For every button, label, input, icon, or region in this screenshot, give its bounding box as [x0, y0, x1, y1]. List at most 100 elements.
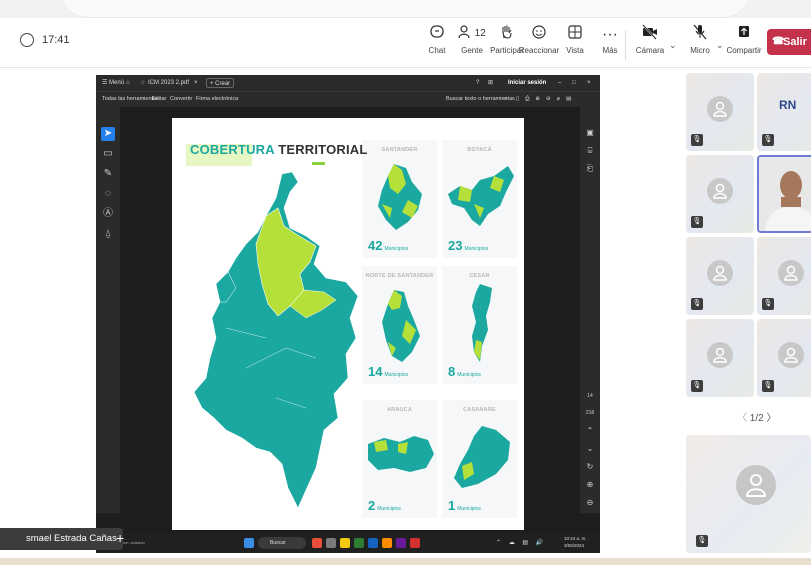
panel-santander: SANTANDER 42 Municipios	[362, 140, 437, 258]
home-icon[interactable]: ⌂	[126, 75, 130, 91]
windows-start-icon[interactable]	[244, 538, 254, 548]
shared-screen: ☰ Menú ⌂ ☆ ICM 2023 2.pdf × + Crear ? ⊞ …	[96, 75, 600, 553]
next-page-chevron-icon[interactable]: 〉	[766, 413, 776, 424]
top-strip	[0, 0, 811, 18]
participant-tile[interactable]: 🎙	[686, 73, 754, 151]
system-tray-icons[interactable]: ⌃ ☁ ▤ 🔊	[496, 539, 546, 546]
panel-arauca: ARAUCA 2 Municipios	[362, 400, 437, 518]
participant-tile[interactable]: RN 🎙	[757, 73, 811, 151]
text-box-icon[interactable]: Ⓐ	[101, 207, 115, 221]
app-icon[interactable]	[354, 538, 364, 548]
leave-button[interactable]: ☎ Salir	[767, 29, 811, 55]
mic-muted-icon: 🎙	[762, 298, 774, 310]
star-icon[interactable]: ☆	[140, 75, 145, 91]
prev-page-chevron-icon[interactable]: 〈	[737, 413, 747, 424]
panel-norte-de-santander: NORTE DE SANTANDER 14 Municipios	[362, 266, 437, 384]
apps-icon[interactable]: ⊞	[488, 75, 493, 91]
app-icon[interactable]	[410, 538, 420, 548]
zoom-in-icon[interactable]: ⊕	[584, 479, 596, 491]
acrobat-menu-bar: Todas las herramientas Editar Convertir …	[96, 91, 600, 107]
avatar-icon	[707, 178, 733, 204]
search-icon[interactable]: ⌕	[504, 92, 507, 107]
norte-de-santander-count: 14 Municipios	[368, 364, 409, 379]
mic-muted-icon: 🎙	[762, 380, 774, 392]
app-icon[interactable]	[312, 538, 322, 548]
attachments-icon[interactable]: ⎗	[584, 163, 596, 175]
meeting-timer: 17:41	[42, 34, 70, 46]
boyaca-count: 23 Municipios	[448, 238, 489, 253]
zoom-out-icon[interactable]: ⊖	[584, 497, 596, 509]
lasso-icon[interactable]: ◌	[101, 187, 115, 201]
share-button[interactable]: Compartir	[722, 24, 766, 66]
new-tab-button[interactable]: + Crear	[206, 78, 235, 88]
bookmark-icon[interactable]: ⌸	[584, 145, 596, 157]
scroll-down-icon[interactable]: ⌄	[584, 443, 596, 455]
app-icon[interactable]	[368, 538, 378, 548]
menu-all-tools[interactable]: Todas las herramientas	[102, 92, 159, 107]
panel-casanare: CASANARE 1 Municipios	[442, 400, 517, 518]
slide-title: COBERTURA TERRITORIAL	[186, 142, 368, 166]
sign-in-button[interactable]: Iniciar sesión	[508, 75, 546, 91]
avatar-icon	[778, 260, 804, 286]
norte-de-santander-map	[382, 290, 420, 362]
boyaca-map	[448, 166, 514, 226]
participant-tile[interactable]: 🎙	[686, 155, 754, 233]
help-icon[interactable]: ?	[476, 75, 479, 91]
app-icon[interactable]	[396, 538, 406, 548]
document-tab[interactable]: ICM 2023 2.pdf	[148, 75, 189, 91]
add-reaction-icon[interactable]: +	[116, 530, 124, 546]
acrobat-right-panel: ▣ ⌸ ⎗ 14 218 ⌃ ⌄ ↻ ⊕ ⊖	[580, 107, 600, 513]
panel-boyaca: BOYACÁ 23 Municipios	[442, 140, 517, 258]
mic-muted-icon: 🎙	[691, 380, 703, 392]
colombia-map	[193, 171, 359, 509]
toolbar-divider	[625, 30, 626, 60]
camera-options-chevron-icon[interactable]: ⌄	[669, 40, 677, 51]
close-window-icon[interactable]: ×	[587, 75, 591, 91]
teams-meeting-window: 17:41 Chat 12 Gente Participar Reacciona	[0, 0, 811, 565]
hamburger-menu[interactable]: ☰ Menú	[102, 75, 124, 91]
scroll-up-icon[interactable]: ⌃	[584, 425, 596, 437]
menu-convert[interactable]: Convertir	[170, 92, 192, 107]
avatar-icon	[707, 342, 733, 368]
arauca-map	[368, 436, 434, 472]
grid-pager: 〈 1/2 〉	[737, 413, 777, 424]
pen-icon[interactable]: ✎	[101, 167, 115, 181]
quick-tools-icons[interactable]: ▯⎙⊕⊖⌀▤	[516, 92, 577, 107]
app-icon[interactable]	[382, 538, 392, 548]
comment-icon[interactable]: ▭	[101, 147, 115, 161]
santander-count: 42 Municipios	[368, 238, 409, 253]
app-icon[interactable]	[326, 538, 336, 548]
page-total: 218	[585, 410, 595, 416]
participant-video-tile[interactable]	[757, 155, 811, 233]
menu-e-sign[interactable]: Firma electrónica	[196, 92, 238, 107]
page-number[interactable]: 14	[584, 390, 596, 402]
stamp-icon[interactable]: ⍙	[101, 227, 115, 241]
camera-button[interactable]: Cámara	[628, 24, 672, 66]
presenter-name-tag: smael Estrada Cañas	[0, 528, 123, 550]
refresh-icon[interactable]: ↻	[584, 461, 596, 473]
mic-muted-icon: 🎙	[762, 134, 774, 146]
avatar-icon	[707, 260, 733, 286]
participant-tile[interactable]: 🎙	[686, 319, 754, 397]
mic-muted-icon: 🎙	[696, 535, 708, 547]
close-tab-icon[interactable]: ×	[194, 75, 198, 91]
select-cursor-icon[interactable]: ➤	[101, 127, 115, 141]
cesar-map	[472, 284, 492, 362]
participant-tile[interactable]: 🎙	[757, 237, 811, 315]
avatar-icon	[707, 96, 733, 122]
participant-tile[interactable]: 🎙	[686, 237, 754, 315]
presentation-slide: COBERTURA TERRITORIAL SANTANDER 42 Munic…	[172, 118, 524, 530]
taskbar-search[interactable]: Buscar	[258, 537, 306, 549]
menu-edit[interactable]: Editar	[152, 92, 166, 107]
participant-tile-large[interactable]: 🎙	[686, 435, 811, 553]
panel-icon[interactable]: ▣	[584, 127, 596, 139]
app-icon[interactable]	[340, 538, 350, 548]
participant-tile[interactable]: 🎙	[757, 319, 811, 397]
casanare-count: 1 Municipios	[448, 498, 481, 513]
arauca-count: 2 Municipios	[368, 498, 401, 513]
windows-taskbar: ⛅ Mayorm. soleado Buscar ⌃ ☁ ▤ 🔊 10:24 a…	[96, 533, 600, 553]
participant-grid: 🎙 RN 🎙 🎙 🎙 🎙 🎙 🎙 〈 1/2 〉 🎙	[682, 69, 811, 565]
bottom-edge-bar	[0, 558, 811, 565]
minimize-icon[interactable]: –	[558, 75, 561, 91]
maximize-icon[interactable]: □	[572, 75, 576, 91]
